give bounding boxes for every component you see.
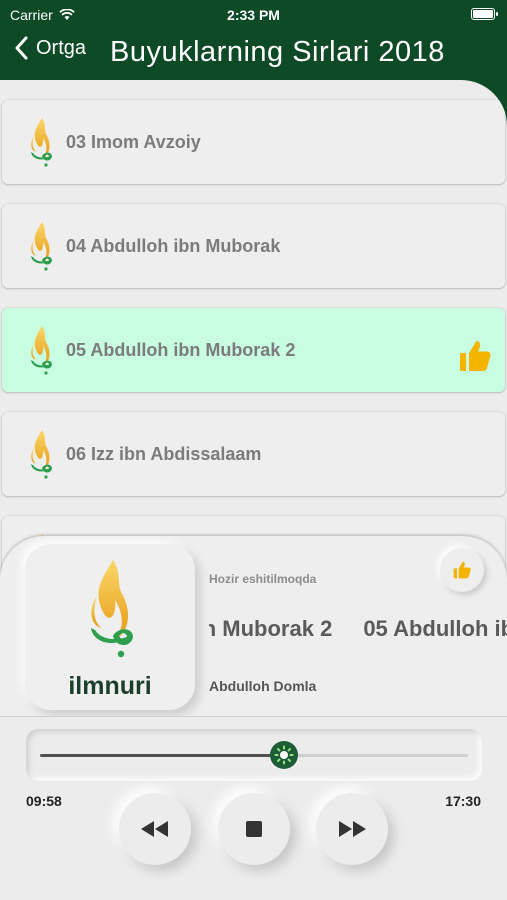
rewind-icon	[141, 821, 168, 837]
track-name: 04 Abdulloh ibn Muborak	[66, 235, 281, 256]
playback-controls: 09:58 17:30	[0, 716, 507, 900]
thumbs-up-icon	[452, 560, 472, 580]
now-playing-title: 05 Abdulloh ibn Muborak 2 05 Abdulloh ibn…	[209, 616, 507, 646]
rewind-button[interactable]	[119, 793, 191, 865]
now-playing-label: Hozir eshitilmoqda	[209, 572, 317, 586]
track-name: 06 Izz ibn Abdissalaam	[66, 443, 262, 464]
stop-icon	[246, 821, 262, 837]
battery-icon	[471, 8, 498, 20]
seek-rail	[40, 741, 468, 769]
stop-button[interactable]	[218, 793, 290, 865]
ilmnuri-logo-icon	[24, 220, 58, 272]
page-title: Buyuklarning Sirlari 2018	[110, 36, 445, 68]
track-name: 05 Abdulloh ibn Muborak 2	[66, 339, 296, 360]
fast-forward-button[interactable]	[316, 793, 388, 865]
back-button[interactable]: Ortga	[14, 36, 86, 60]
ilmnuri-logo-icon	[24, 116, 58, 168]
list-item-active[interactable]: 05 Abdulloh ibn Muborak 2	[2, 308, 505, 392]
ilmnuri-logo-icon	[24, 324, 58, 376]
seek-handle[interactable]	[269, 741, 298, 769]
track-name: 03 Imom Avzoiy	[66, 131, 201, 152]
wifi-icon	[59, 9, 75, 20]
status-time: 2:33 PM	[227, 7, 280, 23]
list-item[interactable]: 06 Izz ibn Abdissalaam	[2, 412, 505, 496]
ilmnuri-logo-icon	[24, 428, 58, 480]
title-text-repeat: 05 Abdulloh ibn Muborak 2	[363, 616, 507, 641]
artist-name: Abdulloh Domla	[209, 678, 317, 694]
nav-bar: Ortga Buyuklarning Sirlari 2018	[14, 36, 493, 72]
chevron-left-icon	[15, 36, 28, 60]
seek-bar[interactable]	[26, 729, 482, 781]
sun-icon	[274, 745, 294, 765]
total-time: 17:30	[445, 793, 481, 809]
title-text: 05 Abdulloh ibn Muborak 2	[209, 616, 333, 641]
carrier-info: Carrier	[10, 7, 75, 23]
list-item[interactable]: 04 Abdulloh ibn Muborak	[2, 204, 505, 288]
carrier-label: Carrier	[10, 7, 53, 23]
fast-forward-icon	[339, 821, 366, 837]
brand-name: ilmnuri	[68, 672, 152, 700]
elapsed-time: 09:58	[26, 793, 62, 809]
seek-progress	[40, 754, 284, 757]
ilmnuri-logo-icon	[77, 556, 145, 660]
status-bar: Carrier 2:33 PM	[10, 4, 498, 26]
album-art: ilmnuri	[25, 544, 195, 710]
back-label: Ortga	[36, 36, 87, 59]
list-item[interactable]: 03 Imom Avzoiy	[2, 100, 505, 184]
like-button[interactable]	[440, 548, 484, 592]
thumbs-up-icon[interactable]	[457, 338, 493, 374]
now-playing-panel: ilmnuri Hozir eshitilmoqda 05 Abdulloh i…	[0, 536, 507, 716]
